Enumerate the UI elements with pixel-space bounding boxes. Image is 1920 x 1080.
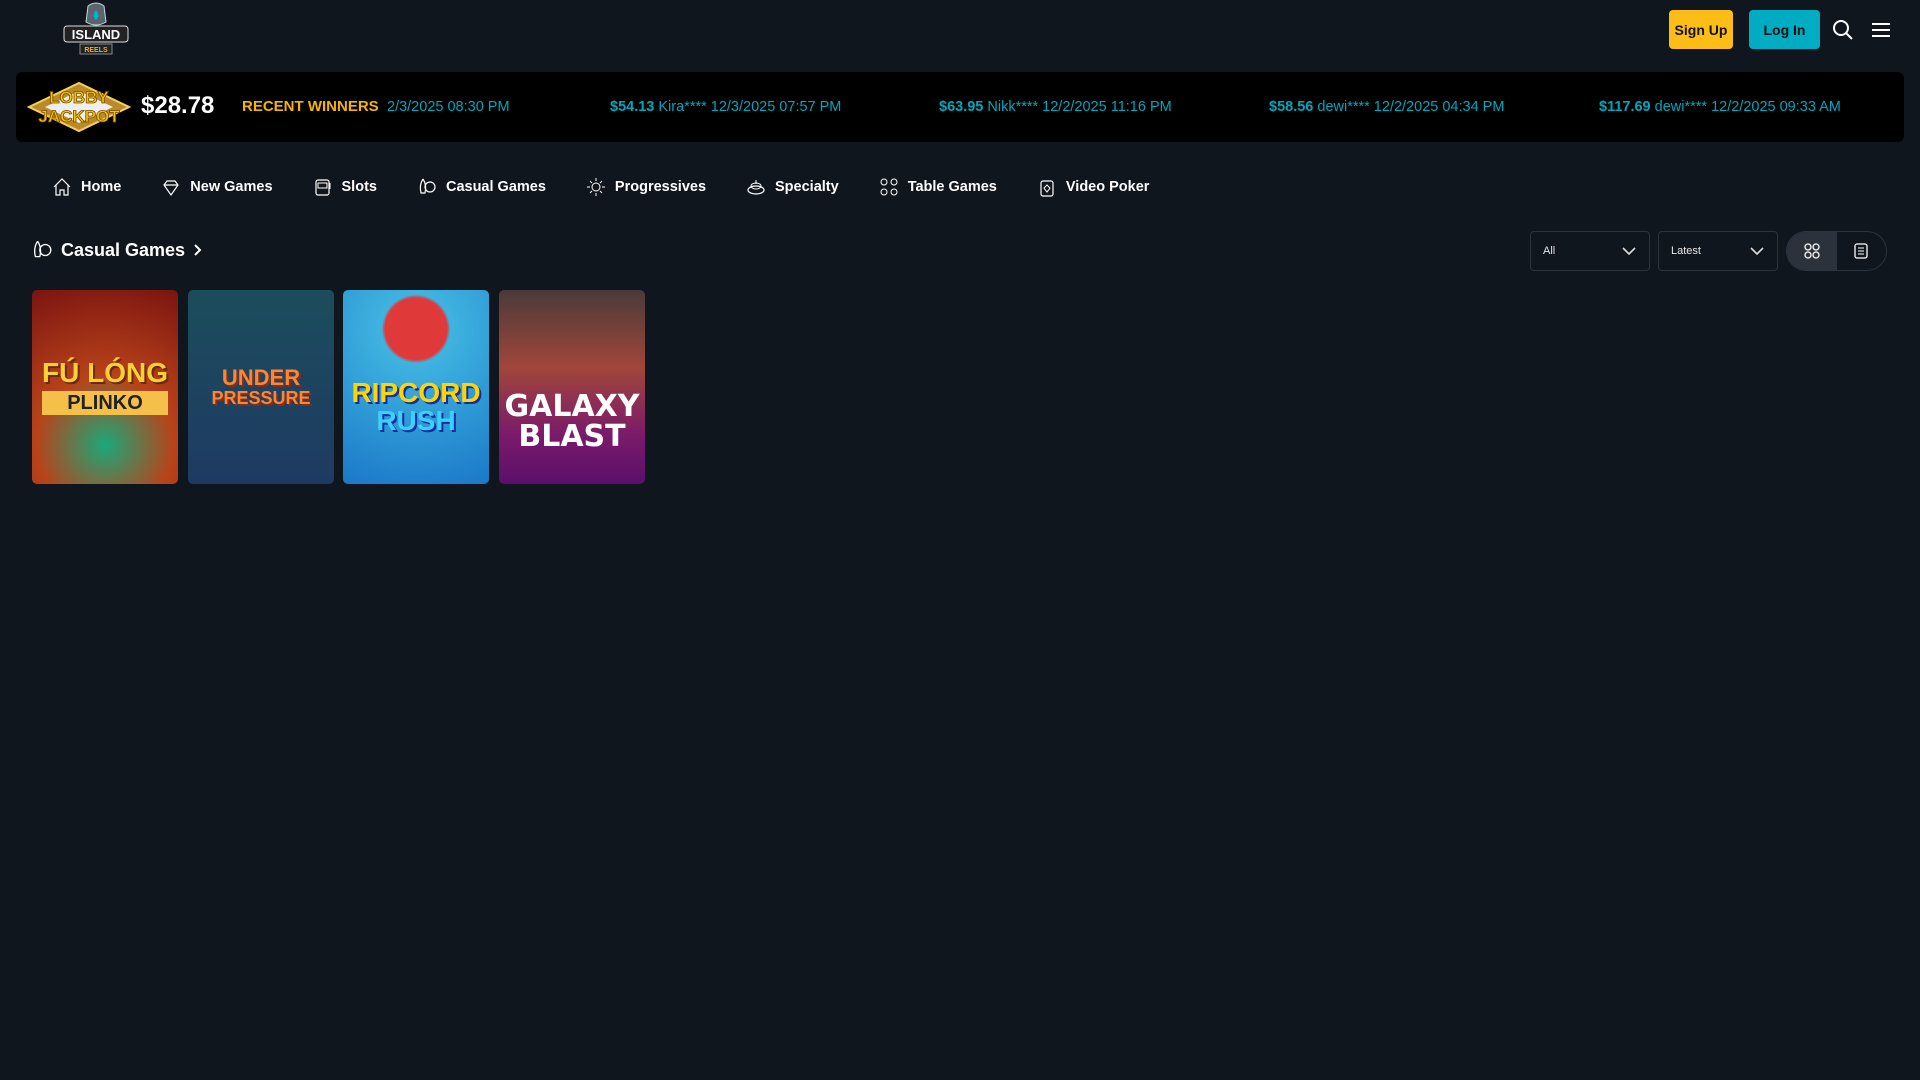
- winner-entry: $63.95 Nikk**** 12/2/2025 11:16 PM: [939, 99, 1172, 115]
- list-icon: [1854, 243, 1868, 259]
- chevron-down-icon: [1622, 247, 1636, 256]
- game-tile-fu-long-plinko[interactable]: FÚ LÓNG PLINKO: [32, 290, 178, 484]
- game-title: FÚ LÓNG: [42, 357, 168, 388]
- game-title: RIPCORD: [351, 377, 481, 408]
- winner-amount: $58.56: [1269, 99, 1314, 115]
- nav-label: New Games: [190, 179, 273, 195]
- chevron-down-icon: [1750, 247, 1764, 256]
- game-tile-galaxy-blast[interactable]: GALAXY BLAST: [499, 290, 645, 484]
- nav-label: Casual Games: [445, 179, 546, 195]
- game-title: UNDER: [221, 365, 301, 390]
- section-header[interactable]: Casual Games: [31, 239, 203, 261]
- svg-text:ISLAND: ISLAND: [72, 27, 120, 42]
- hamburger-menu-icon[interactable]: [1870, 19, 1892, 41]
- search-icon[interactable]: [1832, 19, 1854, 41]
- slot-machine-icon: [314, 179, 331, 196]
- log-in-button[interactable]: Log In: [1749, 10, 1820, 49]
- nav-label: Slots: [341, 179, 377, 195]
- game-subtitle: PLINKO: [42, 391, 168, 415]
- winner-entry: $54.13 Kira**** 12/3/2025 07:57 PM: [610, 99, 841, 115]
- nav-item-table-games[interactable]: Table Games: [879, 177, 997, 197]
- sort-value: Latest: [1671, 245, 1701, 257]
- svg-text:REELS: REELS: [84, 47, 108, 54]
- nav-item-home[interactable]: Home: [52, 177, 121, 197]
- nav-label: Specialty: [775, 179, 839, 195]
- svg-text:LOBBY: LOBBY: [49, 88, 109, 107]
- chevron-right-icon: [194, 244, 202, 256]
- specialty-icon: [747, 180, 765, 195]
- winner-details: dewi**** 12/2/2025 09:33 AM: [1654, 99, 1841, 115]
- winner-details: Nikk**** 12/2/2025 11:16 PM: [987, 99, 1172, 115]
- grid-view-button[interactable]: [1787, 232, 1837, 270]
- winner-amount: $117.69: [1599, 99, 1651, 115]
- filter-value: All: [1543, 245, 1556, 257]
- island-reels-logo[interactable]: ISLAND REELS: [60, 2, 132, 56]
- view-toggle: [1786, 231, 1887, 271]
- home-icon: [53, 178, 71, 196]
- game-subtitle: RUSH: [376, 405, 456, 436]
- rocket-coin-icon: [419, 178, 436, 194]
- game-title: GALAXY: [504, 389, 640, 424]
- winner-details: dewi**** 12/2/2025 04:34 PM: [1317, 99, 1505, 115]
- nav-item-new-games[interactable]: New Games: [161, 177, 273, 197]
- game-tile-under-pressure[interactable]: UNDER PRESSURE: [188, 290, 334, 484]
- winner-amount: $63.95: [939, 99, 984, 115]
- game-tile-ripcord-rush[interactable]: RIPCORD RUSH: [343, 290, 489, 484]
- diamond-icon: [163, 180, 180, 197]
- jackpot-amount: $28.78: [141, 92, 215, 119]
- nav-label: Table Games: [907, 179, 997, 195]
- poker-card-icon: [1040, 180, 1054, 197]
- winner-entry: $117.69 dewi**** 12/2/2025 09:33 AM: [1599, 99, 1841, 115]
- recent-winners-label: RECENT WINNERS: [242, 98, 379, 115]
- card-suits-icon: [880, 178, 898, 196]
- game-subtitle: PRESSURE: [211, 388, 311, 408]
- game-subtitle: BLAST: [518, 419, 626, 454]
- nav-item-video-poker[interactable]: Video Poker: [1037, 177, 1150, 197]
- winner-entry: 2/3/2025 08:30 PM: [387, 99, 510, 115]
- winner-entry: $58.56 dewi**** 12/2/2025 04:34 PM: [1269, 99, 1504, 115]
- rocket-coin-icon: [34, 240, 52, 258]
- recent-winners-ticker: LOBBY JACKPOT $28.78 RECENT WINNERS 2/3/…: [16, 72, 1904, 142]
- list-view-button[interactable]: [1837, 232, 1887, 270]
- grid-icon: [1804, 243, 1820, 259]
- nav-item-progressives[interactable]: Progressives: [586, 177, 706, 197]
- sort-dropdown[interactable]: Latest: [1658, 231, 1778, 271]
- nav-item-casual-games[interactable]: Casual Games: [417, 177, 546, 197]
- nav-label: Home: [81, 179, 122, 195]
- nav-item-specialty[interactable]: Specialty: [746, 177, 839, 197]
- nav-label: Progressives: [614, 179, 707, 195]
- winner-amount: $54.13: [610, 99, 655, 115]
- winner-details: Kira**** 12/3/2025 07:57 PM: [658, 99, 842, 115]
- svg-text:JACKPOT: JACKPOT: [38, 107, 120, 126]
- category-nav: Home New Games Slots Casual Games Progre…: [52, 172, 1189, 202]
- section-title: Casual Games: [61, 239, 186, 260]
- sign-up-button[interactable]: Sign Up: [1669, 10, 1733, 49]
- nav-label: Video Poker: [1065, 179, 1150, 195]
- filter-dropdown[interactable]: All: [1530, 231, 1650, 271]
- dollar-burst-icon: [586, 178, 605, 196]
- nav-item-slots[interactable]: Slots: [313, 177, 377, 197]
- lobby-jackpot-logo: LOBBY JACKPOT: [25, 81, 133, 133]
